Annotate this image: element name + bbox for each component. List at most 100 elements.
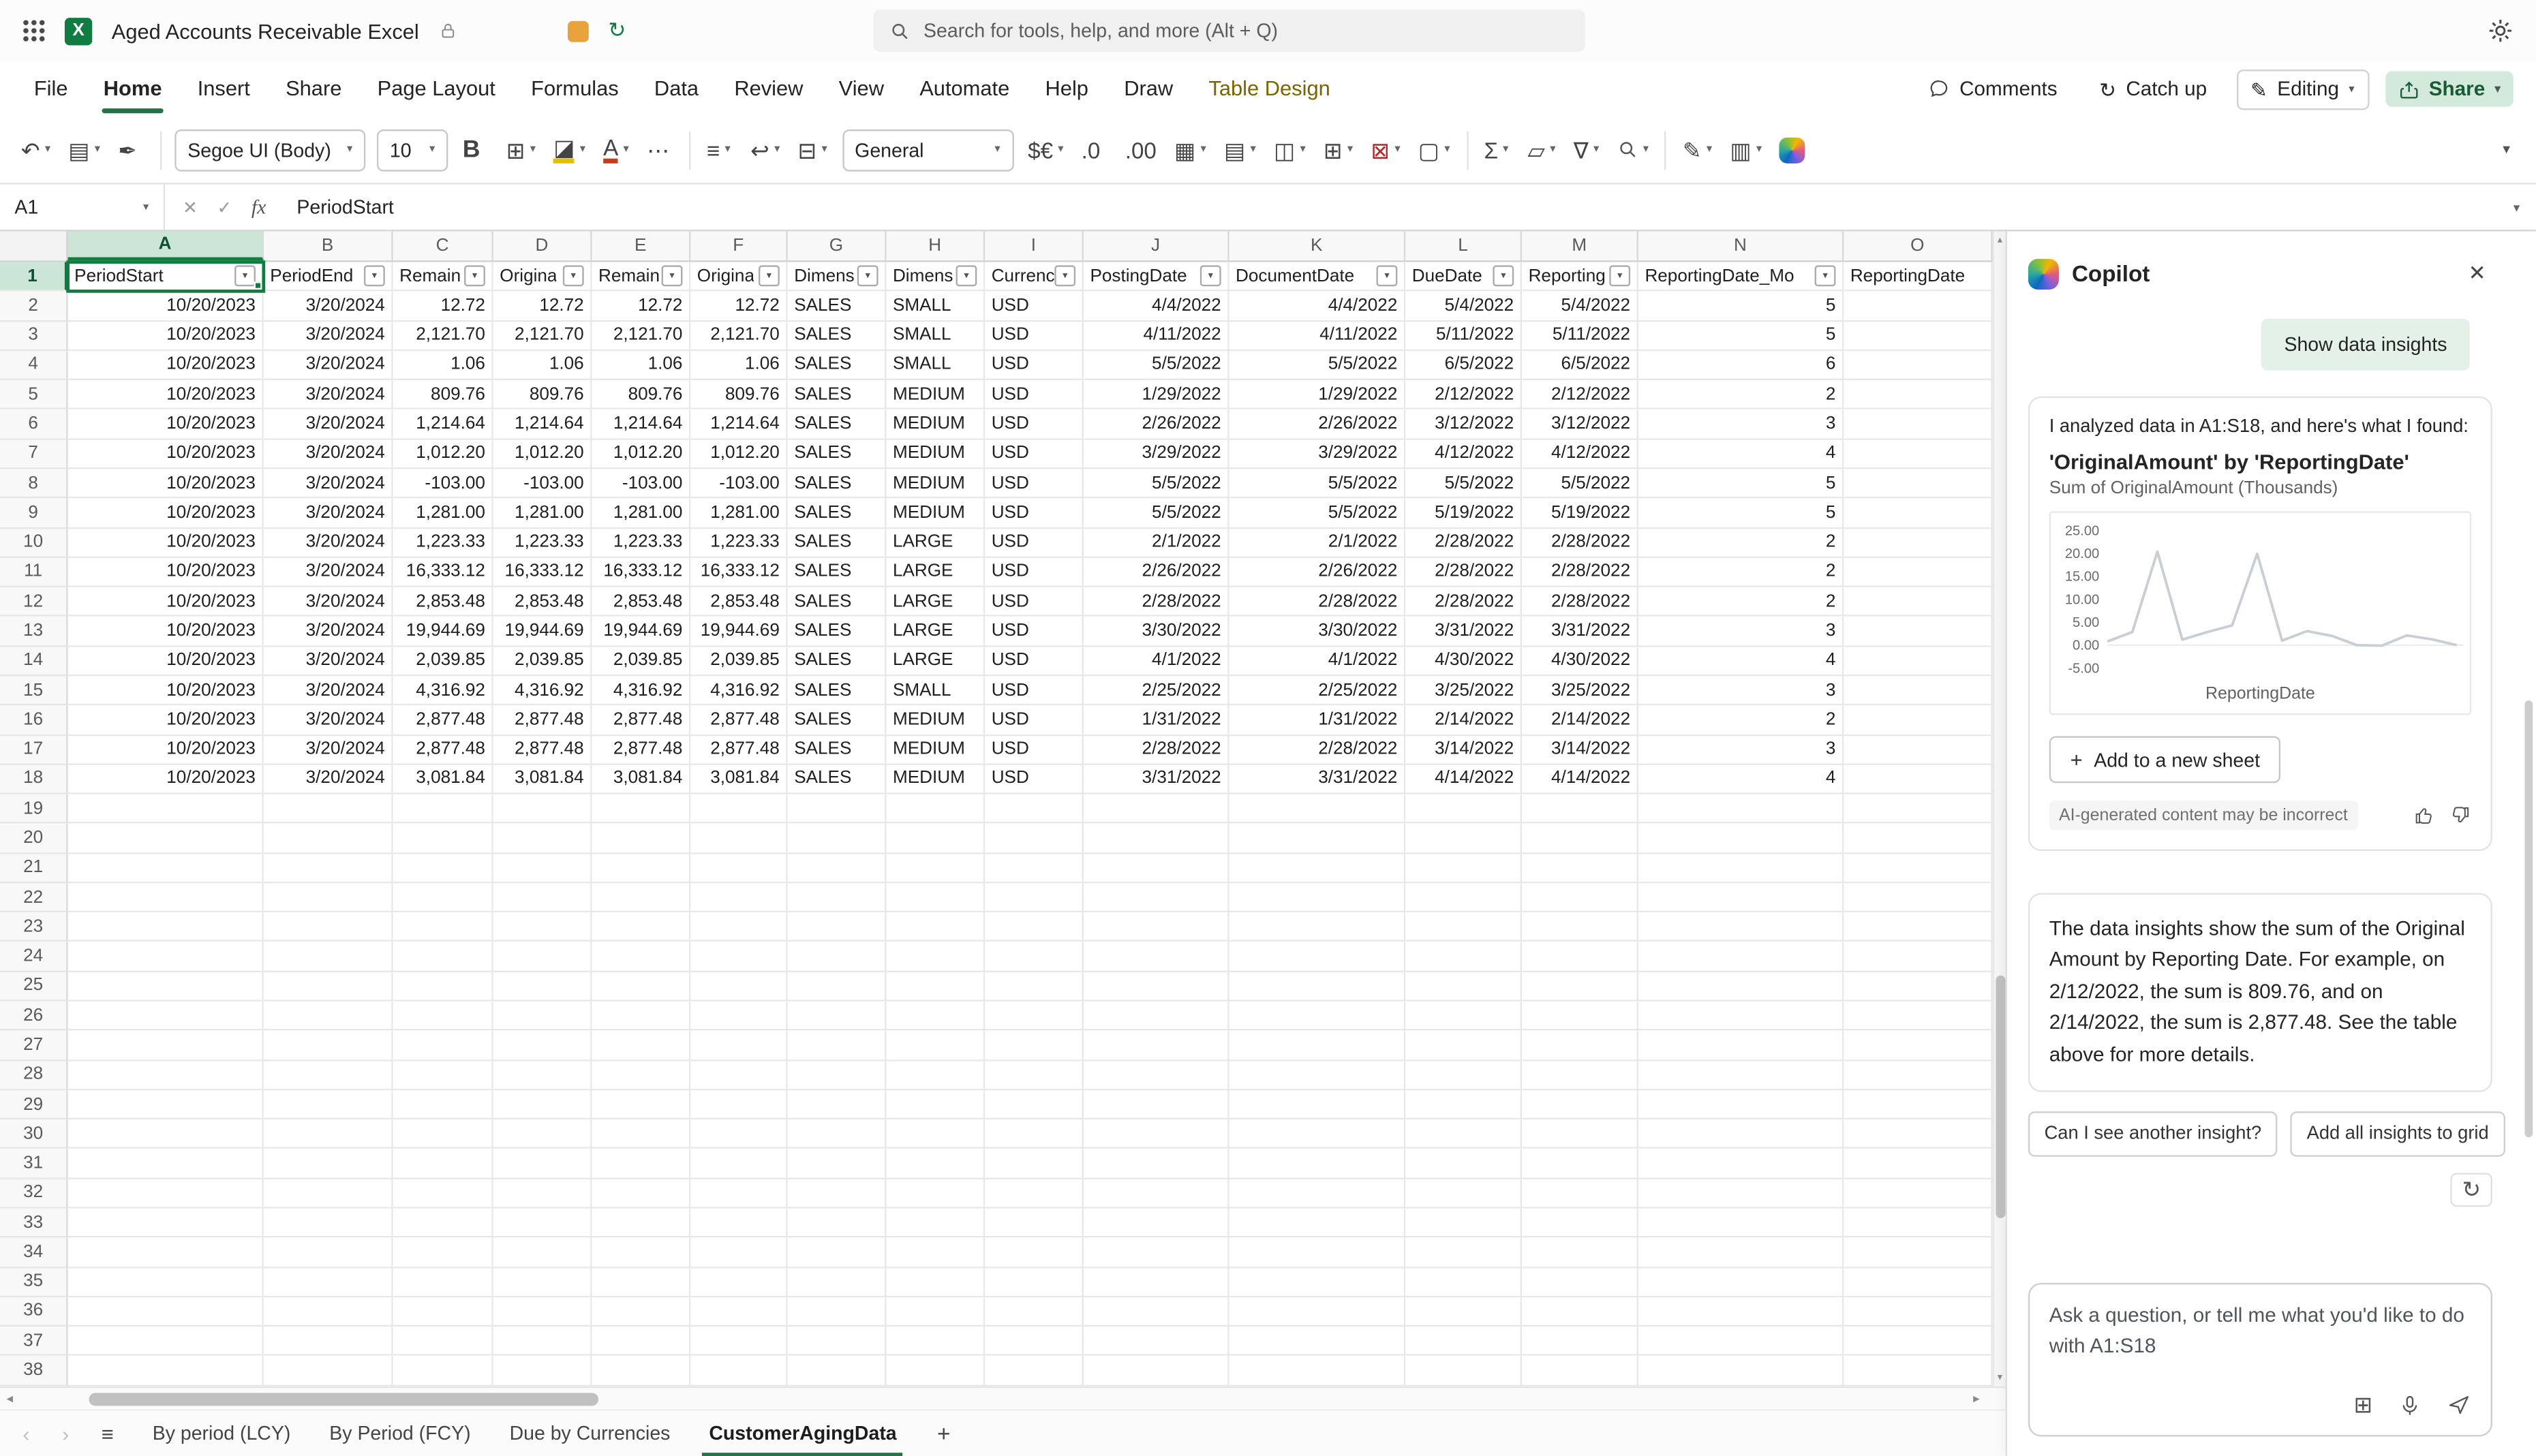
cell-e13[interactable]: 19,944.69 [592,617,691,647]
comments-button[interactable]: Comments [1914,71,2071,106]
cell-n2[interactable]: 5 [1638,292,1844,322]
cell-g38[interactable] [787,1356,887,1387]
cell-c15[interactable]: 4,316.92 [393,676,493,706]
cell-n8[interactable]: 5 [1638,469,1844,499]
cell-m9[interactable]: 5/19/2022 [1522,498,1638,529]
cell-m23[interactable] [1522,912,1638,943]
cell-m36[interactable] [1522,1297,1638,1327]
cell-n18[interactable]: 4 [1638,764,1844,794]
cell-b37[interactable] [263,1327,393,1357]
row-header-21[interactable]: 21 [0,853,68,884]
cell-d14[interactable]: 2,039.85 [493,646,592,677]
cell-k32[interactable] [1229,1179,1406,1209]
cell-i9[interactable]: USD [985,498,1084,529]
cell-h14[interactable]: LARGE [886,646,986,677]
cell-d7[interactable]: 1,012.20 [493,439,592,469]
cell-o33[interactable] [1844,1208,1993,1239]
cell-a27[interactable] [67,1031,264,1061]
more-font-options-button[interactable]: ⋯ [639,125,681,174]
cell-f28[interactable] [690,1060,788,1091]
row-header-27[interactable]: 27 [0,1031,68,1061]
cell-i26[interactable] [985,1001,1084,1032]
cell-e2[interactable]: 12.72 [592,292,691,322]
cell-l10[interactable]: 2/28/2022 [1405,528,1523,558]
cell-e5[interactable]: 809.76 [592,380,691,410]
cell-l31[interactable] [1405,1149,1523,1179]
row-header-34[interactable]: 34 [0,1238,68,1268]
cell-b19[interactable] [263,794,393,824]
cell-h10[interactable]: LARGE [886,528,986,558]
document-title[interactable]: Aged Accounts Receivable Excel [112,18,419,43]
cell-d11[interactable]: 16,333.12 [493,557,592,588]
cell-m22[interactable] [1522,883,1638,913]
cell-n27[interactable] [1638,1031,1844,1061]
cell-e23[interactable] [592,912,691,943]
cell-i15[interactable]: USD [985,676,1084,706]
cell-f23[interactable] [690,912,788,943]
cell-h19[interactable] [886,794,986,824]
cell-l13[interactable]: 3/31/2022 [1405,617,1523,647]
filter-button[interactable]: ▾ [956,265,977,287]
cell-m30[interactable] [1522,1119,1638,1149]
cell-b35[interactable] [263,1267,393,1297]
cell-a10[interactable]: 10/20/2023 [67,528,264,558]
cell-j11[interactable]: 2/26/2022 [1083,557,1229,588]
cell-n34[interactable] [1638,1238,1844,1268]
paste-button[interactable]: ▤ ▾ [60,125,108,174]
cell-h34[interactable] [886,1238,986,1268]
cell-b11[interactable]: 3/20/2024 [263,557,393,588]
filter-button[interactable]: ▾ [1054,265,1076,287]
column-header-j[interactable]: J [1084,231,1229,261]
suggestion-chip-can-i-see-another-insight[interactable]: Can I see another insight? [2028,1111,2278,1157]
cell-g4[interactable]: SALES [787,350,887,381]
cell-i29[interactable] [985,1090,1084,1120]
draw-tools-button[interactable]: ✎ ▾ [1675,125,1720,174]
cell-n6[interactable]: 3 [1638,409,1844,440]
cell-o10[interactable] [1844,528,1993,558]
cell-j17[interactable]: 2/28/2022 [1083,735,1229,765]
cell-l28[interactable] [1405,1060,1523,1091]
cell-f26[interactable] [690,1001,788,1032]
cell-b4[interactable]: 3/20/2024 [263,350,393,381]
copilot-input[interactable]: Ask a question, or tell me what you'd li… [2028,1282,2492,1437]
cell-m8[interactable]: 5/5/2022 [1522,469,1638,499]
cell-i38[interactable] [985,1356,1084,1387]
cell-o2[interactable] [1844,292,1993,322]
cell-j2[interactable]: 4/4/2022 [1083,292,1229,322]
autosum-button[interactable]: Σ ▾ [1476,125,1518,174]
cell-m14[interactable]: 4/30/2022 [1522,646,1638,677]
menu-item-data[interactable]: Data [637,61,716,117]
cell-h36[interactable] [886,1297,986,1327]
cell-l33[interactable] [1405,1208,1523,1239]
cell-m27[interactable] [1522,1031,1638,1061]
cancel-entry-icon[interactable]: ✕ [183,196,198,217]
cell-b2[interactable]: 3/20/2024 [263,292,393,322]
app-launcher-icon[interactable] [22,19,45,42]
cell-o15[interactable] [1844,676,1993,706]
cell-h18[interactable]: MEDIUM [886,764,986,794]
all-sheets-icon[interactable]: ≡ [89,1421,127,1446]
cell-e8[interactable]: -103.00 [592,469,691,499]
row-header-12[interactable]: 12 [0,587,68,617]
cell-o22[interactable] [1844,883,1993,913]
format-cells-button[interactable]: ▢ ▾ [1410,125,1458,174]
cell-b20[interactable] [263,824,393,854]
scroll-up-icon[interactable]: ▴ [1994,234,2006,246]
cell-l2[interactable]: 5/4/2022 [1405,292,1523,322]
scroll-left-icon[interactable]: ◂ [6,1388,13,1410]
cell-n33[interactable] [1638,1208,1844,1239]
cell-f5[interactable]: 809.76 [690,380,788,410]
cell-d34[interactable] [493,1238,592,1268]
name-box[interactable]: A1 ▾ [0,184,166,230]
cell-i4[interactable]: USD [985,350,1084,381]
cell-j23[interactable] [1083,912,1229,943]
cell-c18[interactable]: 3,081.84 [393,764,493,794]
cell-i7[interactable]: USD [985,439,1084,469]
cell-n20[interactable] [1638,824,1844,854]
cell-m5[interactable]: 2/12/2022 [1522,380,1638,410]
cell-g9[interactable]: SALES [787,498,887,529]
cell-f15[interactable]: 4,316.92 [690,676,788,706]
cell-h11[interactable]: LARGE [886,557,986,588]
cell-k17[interactable]: 2/28/2022 [1229,735,1406,765]
cell-e30[interactable] [592,1119,691,1149]
